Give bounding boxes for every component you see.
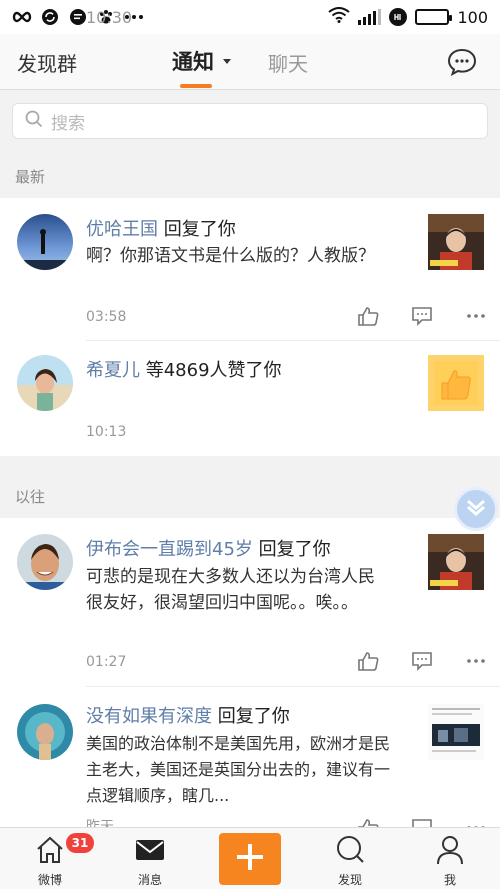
chat-status-icon [68,7,88,27]
timestamp: 10:13 [86,424,127,440]
tab-label: 我 [443,873,456,887]
person-icon [434,834,466,866]
user-name[interactable]: 优哈王国 [86,219,158,240]
list-item[interactable]: 优哈王国 回复了你 啊？你那语文书是什么版的？人教版？ 03:58 [0,198,500,340]
scroll-down-button[interactable] [454,487,498,531]
search-placeholder: 搜索 [51,113,85,134]
screen: 10:30 100 发现群 通知 聊天 搜索 最新 优哈王国 回复了你 啊？你那… [0,0,500,889]
search-area: 搜索 [0,91,500,151]
liked-thumbnail[interactable] [428,355,484,411]
more-options-icon[interactable] [463,650,489,672]
status-bar: 10:30 100 [0,0,500,34]
wifi-icon [328,7,351,27]
status-time: 10:30 [86,7,133,27]
past-card: 伊布会一直踢到45岁 回复了你 可悲的是现在大多数人还以为台湾人民很友好，很渴望… [0,518,500,838]
chat-bubble-icon[interactable] [447,48,477,77]
reply-text: 可悲的是现在大多数人还以为台湾人民很友好，很渴望回归中国呢。。唉。。 [86,567,375,613]
home-icon [34,834,66,866]
avatar[interactable] [17,534,73,590]
infinity-icon [12,7,32,27]
like-icon[interactable] [355,650,381,672]
tab-weibo[interactable]: 31 微博 [10,828,94,889]
avatar[interactable] [17,355,73,411]
unread-badge: 31 [66,833,94,853]
hd-icon [389,8,408,26]
search-input[interactable]: 搜索 [12,103,488,139]
tab-label: 消息 [137,873,162,887]
avatar[interactable] [17,704,73,760]
list-item[interactable]: 伊布会一直踢到45岁 回复了你 可悲的是现在大多数人还以为台湾人民很友好，很渴望… [0,518,500,686]
post-thumbnail[interactable] [428,534,484,590]
timestamp: 03:58 [86,309,127,325]
search-icon [334,834,366,866]
tab-chat[interactable]: 聊天 [268,48,308,77]
bottom-tab-bar: 31 微博 消息 发现 我 [0,827,500,889]
tab-me[interactable]: 我 [410,828,490,889]
section-recent-label: 最新 [15,168,46,186]
discover-groups-button[interactable]: 发现群 [17,48,77,77]
comment-icon[interactable] [409,305,435,327]
reply-text: 美国的政治体制不是美国先用，欧洲才是民主老大，美国还是英国分出去的，建议有一点逻… [86,734,391,805]
list-item[interactable]: 没有如果有深度 回复了你 美国的政治体制不是美国先用，欧洲才是民主老大，美国还是… [0,687,500,838]
tab-notify[interactable]: 通知 [172,46,214,76]
user-name[interactable]: 没有如果有深度 [86,706,212,727]
comment-icon[interactable] [409,650,435,672]
action-text: 回复了你 [258,539,331,560]
action-text: 回复了你 [163,219,236,240]
top-nav: 发现群 通知 聊天 [0,34,500,90]
battery-level: 100 [457,7,488,27]
tab-label: 发现 [337,873,362,887]
action-text: 回复了你 [217,706,290,727]
post-thumbnail[interactable] [428,704,484,760]
envelope-icon [134,834,166,866]
reply-text: 啊？你那语文书是什么版的？人教版？ [86,246,375,266]
search-icon [25,110,43,132]
user-name[interactable]: 伊布会一直踢到45岁 [86,539,253,560]
avatar[interactable] [17,214,73,270]
double-chevron-down-icon [464,497,488,521]
like-icon[interactable] [355,305,381,327]
tab-label: 微博 [37,873,62,887]
more-options-icon[interactable] [463,305,489,327]
sync-icon [40,7,60,27]
battery-icon [415,9,453,25]
compose-button[interactable] [219,833,281,885]
post-thumbnail[interactable] [428,214,484,270]
recent-card: 优哈王国 回复了你 啊？你那语文书是什么版的？人教版？ 03:58 希夏儿 等4… [0,198,500,456]
action-text: 等4869人赞了你 [145,360,282,381]
active-tab-indicator [180,84,212,88]
plus-icon [235,842,265,876]
tab-discover[interactable]: 发现 [310,828,390,889]
user-name[interactable]: 希夏儿 [86,360,140,381]
list-item[interactable]: 希夏儿 等4869人赞了你 10:13 [0,341,500,456]
timestamp: 01:27 [86,654,127,670]
chevron-down-icon[interactable] [223,59,231,64]
signal-icon [358,9,382,25]
tab-messages[interactable]: 消息 [110,828,190,889]
section-past-label: 以往 [15,488,46,506]
